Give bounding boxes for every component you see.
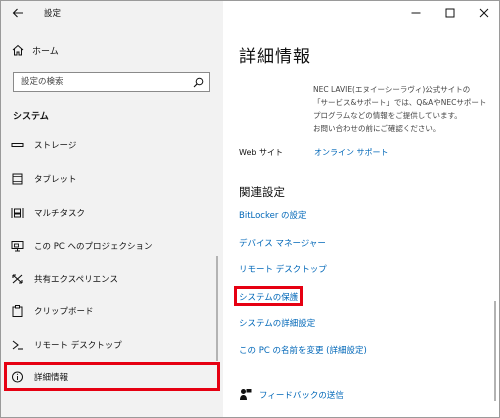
sidebar-item-multitask[interactable]: マルチタスク [1,197,223,229]
minimize-button[interactable] [399,1,433,25]
search-input[interactable] [14,73,189,91]
advanced-system-settings-link[interactable]: システムの詳細設定 [239,317,315,329]
app-title: 設定 [44,9,62,19]
info-icon [12,371,23,383]
home-icon [12,44,24,56]
remote-desktop-link[interactable]: リモート デスクトップ [239,263,327,275]
system-protection-link[interactable]: システムの保護 [239,291,298,303]
sidebar-item-shared-experience[interactable]: 共有エクスペリエンス [1,263,223,295]
active-indicator [4,369,7,385]
sidebar-item-label: ストレージ [34,141,77,151]
related-settings-title: 関連設定 [239,185,285,199]
online-support-link[interactable]: オンライン サポート [314,147,389,158]
page-title: 詳細情報 [239,47,311,67]
search-box[interactable] [13,72,210,92]
sidebar-item-projection[interactable]: この PC へのプロジェクション [1,230,223,262]
bitlocker-settings-link[interactable]: BitLocker の設定 [239,209,307,221]
storage-icon [11,143,24,147]
sidebar-item-label: タブレット [34,175,77,185]
sidebar-item-about[interactable]: 詳細情報 [1,361,223,393]
rename-pc-link[interactable]: この PC の名前を変更 (詳細設定) [239,344,367,356]
title-bar: 設定 [1,1,223,27]
sidebar-item-label: マルチタスク [34,209,86,219]
sidebar-item-label: リモート デスクトップ [34,341,122,351]
sidebar-item-remote-desktop[interactable]: リモート デスクトップ [1,329,223,361]
projection-icon [11,241,24,252]
shared-experience-icon [12,274,23,284]
back-arrow-icon [12,8,23,18]
minimize-icon [411,12,421,14]
sidebar-item-clipboard[interactable]: クリップボード [1,295,223,327]
sidebar-item-label: 共有エクスペリエンス [34,275,118,285]
feedback-icon [240,389,252,400]
multitask-icon [11,208,24,218]
device-manager-link[interactable]: デバイス マネージャー [239,237,326,249]
back-button[interactable] [7,3,29,23]
info-line: 「サービス&サポート」では、Q&AやNECサポート [313,98,487,107]
info-line: プログラムなどの情報をご提供しています。 [313,111,462,120]
tablet-icon [12,173,23,185]
feedback-label: フィードバックの送信 [259,391,344,401]
main-scrollbar[interactable] [494,301,496,401]
info-line: NEC LAVIE(エヌイーシーラヴィ)公式サイトの [313,85,471,94]
maximize-icon [445,8,455,18]
support-info-text: NEC LAVIE(エヌイーシーラヴィ)公式サイトの 「サービス&サポート」では… [313,83,493,135]
search-icon[interactable] [193,77,204,88]
sidebar-item-label: ホーム [32,47,59,57]
info-line: お問い合わせの前にご確認ください。 [313,124,441,133]
maximize-button[interactable] [433,1,467,25]
sidebar-item-label: 詳細情報 [34,373,69,383]
sidebar-item-storage[interactable]: ストレージ [1,129,223,161]
close-icon [479,8,489,18]
clipboard-icon [12,305,23,317]
sidebar: 設定 ホーム システム ストレージ [1,1,223,417]
sidebar-item-label: この PC へのプロジェクション [34,242,153,252]
settings-window: 設定 ホーム システム ストレージ [0,0,500,418]
section-title: システム [13,112,49,122]
website-label: Web サイト [239,148,283,157]
sidebar-scrollbar[interactable] [216,256,218,361]
sidebar-item-home[interactable]: ホーム [1,39,223,61]
sidebar-item-tablet[interactable]: タブレット [1,163,223,195]
remote-desktop-icon [12,340,23,350]
sidebar-item-label: クリップボード [34,307,94,317]
close-button[interactable] [467,1,499,25]
main-content: 詳細情報 NEC LAVIE(エヌイーシーラヴィ)公式サイトの 「サービス&サポ… [223,1,499,417]
